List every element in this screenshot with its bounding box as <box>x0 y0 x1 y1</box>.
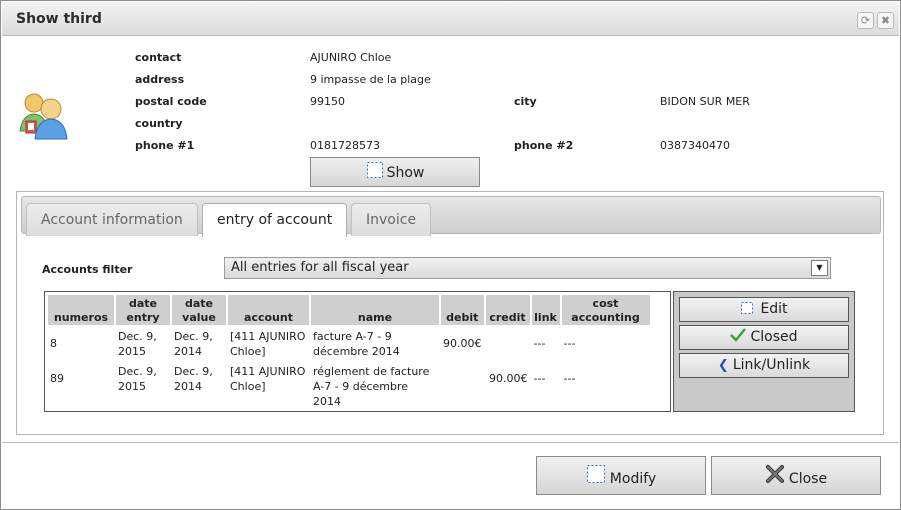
closed-button[interactable]: Closed <box>679 325 849 350</box>
contact-label: contact <box>135 51 182 64</box>
cell-credit: 90.00€ <box>489 372 528 385</box>
city-label: city <box>514 95 537 108</box>
cell-name: facture A-7 - 9 décembre 2014 <box>313 330 400 358</box>
col-cost-accounting[interactable]: cost accounting <box>561 295 650 325</box>
col-name[interactable]: name <box>311 295 439 325</box>
link-unlink-button-label: Link/Unlink <box>732 357 811 373</box>
modify-button-label: Modify <box>609 471 657 487</box>
cell-credit <box>486 327 530 360</box>
close-x-icon <box>765 465 784 483</box>
col-date-value[interactable]: date value <box>172 295 226 325</box>
phone2-value: 0387340470 <box>660 139 730 152</box>
show-button[interactable]: Show <box>310 157 480 187</box>
cell-debit <box>441 362 484 410</box>
city-value: BIDON SUR MER <box>660 95 750 108</box>
edit-button-label: Edit <box>760 301 788 317</box>
show-icon <box>366 162 383 178</box>
entry-actions-panel: Edit Closed ❮ Link/Unlink <box>673 291 855 412</box>
link-unlink-button[interactable]: ❮ Link/Unlink <box>679 353 849 378</box>
show-third-dialog: Show third ⟳ ✖ contact AJUNIRO Chloe add… <box>0 0 901 510</box>
cell-link: --- <box>533 372 546 385</box>
cell-date-value: Dec. 9, 2014 <box>174 365 213 393</box>
cell-debit: 90.00€ <box>443 337 482 350</box>
header-row: numeros date entry date value account na… <box>48 295 650 325</box>
close-button-label: Close <box>788 471 828 487</box>
country-label: country <box>135 117 183 130</box>
cell-date-value: Dec. 9, 2014 <box>174 330 213 358</box>
modify-icon <box>586 465 605 483</box>
phone1-label: phone #1 <box>135 139 195 152</box>
phone1-value: 0181728573 <box>310 139 380 152</box>
refresh-icon[interactable]: ⟳ <box>857 12 874 29</box>
cell-name: réglement de facture A-7 - 9 décembre 20… <box>313 365 430 408</box>
contact-avatar-icon <box>19 93 68 140</box>
cell-account: [411 AJUNIRO Chloe] <box>230 330 306 358</box>
tab-invoice[interactable]: Invoice <box>351 203 432 236</box>
edit-icon <box>741 302 754 314</box>
accounts-filter-value: All entries for all fiscal year <box>231 260 409 275</box>
closed-button-label: Closed <box>750 329 798 345</box>
col-numeros[interactable]: numeros <box>48 295 114 325</box>
dialog-title: Show third <box>16 11 102 27</box>
close-button[interactable]: Close <box>711 456 881 495</box>
cell-cost-accounting: --- <box>563 337 576 350</box>
edit-button[interactable]: Edit <box>679 297 849 322</box>
col-account[interactable]: account <box>228 295 309 325</box>
cell-numeros: 89 <box>50 372 64 385</box>
tab-entry-of-account[interactable]: entry of account <box>202 203 348 237</box>
cell-cost-accounting: --- <box>563 372 576 385</box>
phone2-label: phone #2 <box>514 139 574 152</box>
title-bar[interactable]: Show third ⟳ ✖ <box>2 2 899 36</box>
col-date-entry[interactable]: date entry <box>116 295 170 325</box>
show-button-label: Show <box>386 165 425 181</box>
accounts-filter-label: Accounts filter <box>42 263 133 276</box>
address-label: address <box>135 73 185 86</box>
entries-table: numeros date entry date value account na… <box>46 293 652 412</box>
postal-code-value: 99150 <box>310 95 345 108</box>
address-value: 9 impasse de la plage <box>310 73 431 86</box>
entries-grid[interactable]: numeros date entry date value account na… <box>44 291 671 412</box>
cell-date-entry: Dec. 9, 2015 <box>118 330 157 358</box>
postal-code-label: postal code <box>135 95 207 108</box>
cell-numeros: 8 <box>50 337 57 350</box>
footer-separator <box>2 442 899 443</box>
cell-account: [411 AJUNIRO Chloe] <box>230 365 306 393</box>
table-row[interactable]: 8 Dec. 9, 2015 Dec. 9, 2014 [411 AJUNIRO… <box>48 327 650 360</box>
col-link[interactable]: link <box>531 295 560 325</box>
col-credit[interactable]: credit <box>485 295 530 325</box>
col-debit[interactable]: debit <box>441 295 484 325</box>
check-icon <box>730 328 747 342</box>
cell-date-entry: Dec. 9, 2015 <box>118 365 157 393</box>
tab-account-information[interactable]: Account information <box>26 203 198 236</box>
accounts-filter-select[interactable]: All entries for all fiscal year ▼ <box>224 257 831 279</box>
link-arrow-icon: ❮ <box>717 358 729 373</box>
dropdown-arrow-icon[interactable]: ▼ <box>811 260 828 276</box>
contact-value: AJUNIRO Chloe <box>310 51 392 64</box>
table-row[interactable]: 89 Dec. 9, 2015 Dec. 9, 2014 [411 AJUNIR… <box>48 362 650 410</box>
close-icon[interactable]: ✖ <box>877 12 894 29</box>
cell-link: --- <box>533 337 546 350</box>
tab-bar: Account information entry of account Inv… <box>21 196 881 237</box>
modify-button[interactable]: Modify <box>536 456 706 495</box>
